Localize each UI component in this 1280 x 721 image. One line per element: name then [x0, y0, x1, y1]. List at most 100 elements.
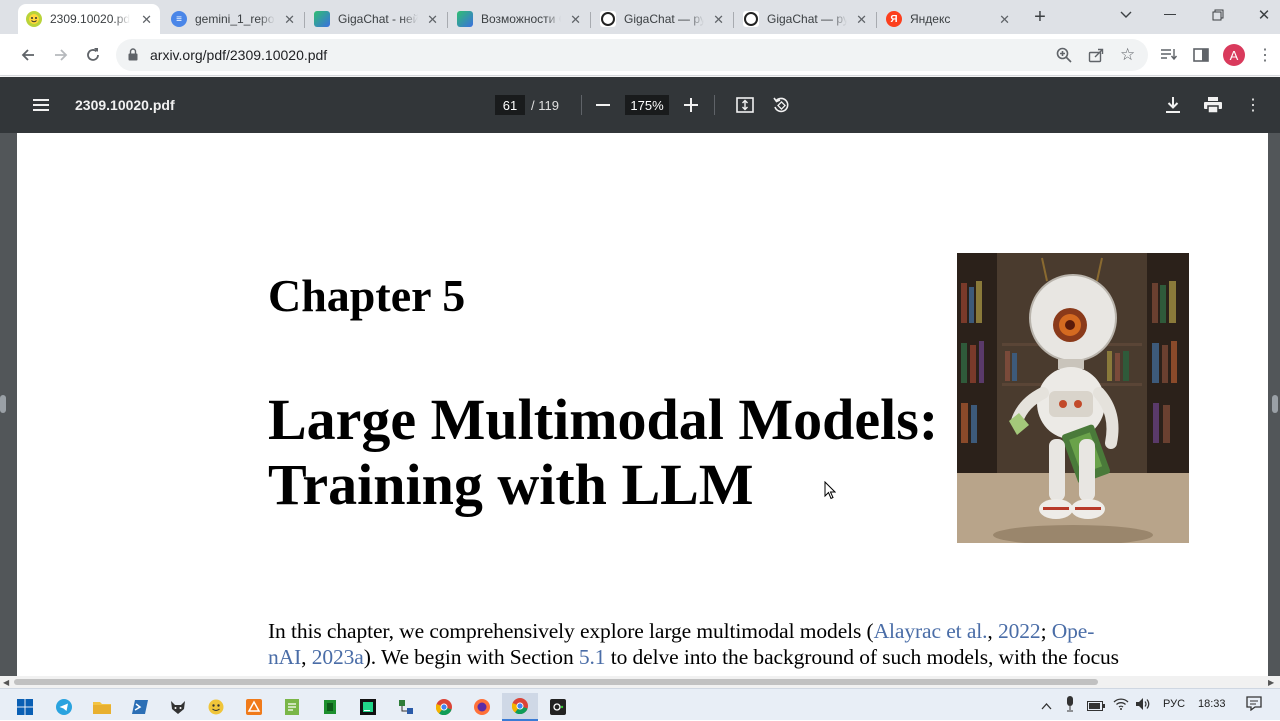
url-text: arxiv.org/pdf/2309.10020.pdf — [150, 47, 328, 63]
tab-yandex[interactable]: Я Яндекс ✕ — [878, 4, 1018, 34]
tab-title: 2309.10020.pdf — [50, 12, 130, 26]
body-text: , — [301, 645, 312, 669]
print-icon[interactable] — [1199, 91, 1227, 119]
app-orange-icon[interactable] — [236, 693, 272, 721]
restore-window-icon[interactable] — [1204, 1, 1232, 29]
address-bar[interactable]: arxiv.org/pdf/2309.10020.pdf ☆ — [116, 39, 1148, 71]
zoom-magnifier-icon[interactable] — [1056, 47, 1072, 68]
telegram-icon[interactable] — [46, 693, 82, 721]
pdf-viewer-area[interactable]: Chapter 5 Large Multimodal Models: Train… — [0, 133, 1280, 688]
scroll-left-arrow-icon[interactable]: ◀ — [3, 678, 9, 687]
reading-list-icon[interactable] — [1155, 41, 1183, 69]
volume-speaker-icon[interactable] — [1135, 697, 1151, 716]
horizontal-scrollbar-thumb[interactable] — [14, 679, 1098, 685]
fit-to-page-icon[interactable] — [731, 91, 759, 119]
hamburger-menu-icon[interactable] — [27, 91, 55, 119]
wifi-icon[interactable] — [1113, 697, 1129, 715]
tab-title: GigaChat — русский — [767, 12, 847, 26]
reload-icon[interactable] — [79, 41, 107, 69]
scroll-right-arrow-icon[interactable]: ▶ — [1268, 678, 1274, 687]
mouse-cursor-icon — [824, 480, 837, 505]
file-explorer-icon[interactable] — [84, 693, 120, 721]
close-tab-icon[interactable]: ✕ — [427, 12, 438, 28]
app-notepad-icon[interactable] — [274, 693, 310, 721]
tab-gigachat-4[interactable]: GigaChat — русский ✕ — [735, 4, 875, 34]
battery-icon[interactable] — [1087, 698, 1105, 716]
tray-overflow-chevron-up-icon[interactable] — [1041, 697, 1052, 715]
input-language-indicator[interactable]: РУС — [1163, 698, 1185, 710]
tab-divider — [876, 12, 877, 28]
horizontal-scrollbar[interactable]: ◀ ▶ — [0, 676, 1280, 688]
app-smiley-icon[interactable] — [198, 693, 234, 721]
notification-center-icon[interactable] — [1246, 696, 1262, 716]
robot-illustration-image — [957, 253, 1189, 543]
browser-menu-kebab-icon[interactable]: ⋮ — [1251, 41, 1279, 69]
citation-link[interactable]: Alayrac et al. — [874, 619, 988, 643]
citation-link[interactable]: 2023a — [312, 645, 364, 669]
download-icon[interactable] — [1159, 91, 1187, 119]
tab-divider — [733, 12, 734, 28]
tab-gigachat-1[interactable]: GigaChat - нейросеть ✕ — [306, 4, 446, 34]
bookmark-star-icon[interactable]: ☆ — [1120, 45, 1135, 65]
app-fox-icon[interactable] — [160, 693, 196, 721]
usb-microphone-icon[interactable] — [1066, 696, 1074, 717]
body-text: In this chapter, we comprehensively expl… — [268, 619, 874, 643]
body-text: ). We begin with Section — [363, 645, 579, 669]
side-panel-icon[interactable] — [1187, 41, 1215, 69]
tab-title: GigaChat — русский — [624, 12, 704, 26]
section-link[interactable]: 5.1 — [579, 645, 606, 669]
rotate-icon[interactable] — [767, 91, 795, 119]
close-tab-icon[interactable]: ✕ — [713, 12, 724, 28]
tab-gigachat-2[interactable]: Возможности GigaChat ✕ — [449, 4, 589, 34]
chrome-active-icon[interactable] — [502, 693, 538, 721]
pdf-viewer-toolbar: 2309.10020.pdf 61 / 119 175% ⋮ — [0, 77, 1280, 133]
tab-title: GigaChat - нейросеть — [338, 12, 418, 26]
lock-icon[interactable] — [128, 48, 138, 66]
close-window-icon[interactable]: ✕ — [1250, 1, 1278, 29]
app-green-icon[interactable] — [312, 693, 348, 721]
tab-search-chevron-down-icon[interactable] — [1112, 1, 1140, 29]
pdf-page: Chapter 5 Large Multimodal Models: Train… — [17, 133, 1268, 688]
zoom-out-minus-icon[interactable] — [589, 91, 617, 119]
vertical-scrollbar[interactable] — [1270, 133, 1280, 688]
gigachat-favicon-icon — [457, 11, 473, 27]
zoom-in-plus-icon[interactable] — [677, 91, 705, 119]
close-tab-icon[interactable]: ✕ — [999, 12, 1010, 28]
citation-link[interactable]: nAI — [268, 645, 301, 669]
app-diagram-icon[interactable] — [388, 693, 424, 721]
docs-favicon-icon: ≡ — [171, 11, 187, 27]
share-icon[interactable] — [1088, 47, 1104, 68]
forward-arrow-icon[interactable] — [47, 41, 75, 69]
zoom-level-input[interactable]: 175% — [625, 95, 669, 115]
obs-record-icon[interactable] — [540, 693, 576, 721]
powershell-icon[interactable] — [122, 693, 158, 721]
page-number-input[interactable]: 61 — [495, 95, 525, 115]
system-clock[interactable]: 18:33 — [1198, 698, 1226, 710]
tab-gemini-report[interactable]: ≡ gemini_1_report.pdf ✕ — [163, 4, 303, 34]
close-tab-icon[interactable]: ✕ — [284, 12, 295, 28]
tab-title: Возможности GigaChat — [481, 12, 561, 26]
body-paragraph-line-2: nAI, 2023a). We begin with Section 5.1 t… — [268, 644, 1192, 670]
pdf-filename: 2309.10020.pdf — [75, 97, 175, 113]
app-pycharm-icon[interactable] — [350, 693, 386, 721]
profile-avatar[interactable]: A — [1220, 41, 1248, 69]
tab-arxiv-pdf[interactable]: 2309.10020.pdf ✕ — [18, 4, 160, 34]
windows-taskbar: РУС 18:33 — [0, 688, 1280, 721]
close-tab-icon[interactable]: ✕ — [141, 12, 152, 28]
citation-link[interactable]: Ope- — [1052, 619, 1095, 643]
minimize-icon[interactable] — [1156, 1, 1184, 29]
firefox-icon[interactable] — [464, 693, 500, 721]
vertical-scrollbar-thumb[interactable] — [1272, 395, 1278, 413]
avatar-initial: A — [1223, 44, 1245, 66]
chrome-icon[interactable] — [426, 693, 462, 721]
back-arrow-icon[interactable] — [14, 41, 42, 69]
windows-start-icon[interactable] — [7, 693, 43, 721]
body-text: to delve into the background of such mod… — [605, 645, 1119, 669]
close-tab-icon[interactable]: ✕ — [570, 12, 581, 28]
chapter-number-heading: Chapter 5 — [268, 270, 466, 321]
tab-gigachat-3[interactable]: GigaChat — русский ✕ — [592, 4, 732, 34]
new-tab-plus-icon[interactable]: + — [1026, 3, 1054, 31]
close-tab-icon[interactable]: ✕ — [856, 12, 867, 28]
pdf-more-options-kebab-icon[interactable]: ⋮ — [1239, 91, 1267, 119]
citation-link[interactable]: 2022 — [998, 619, 1041, 643]
